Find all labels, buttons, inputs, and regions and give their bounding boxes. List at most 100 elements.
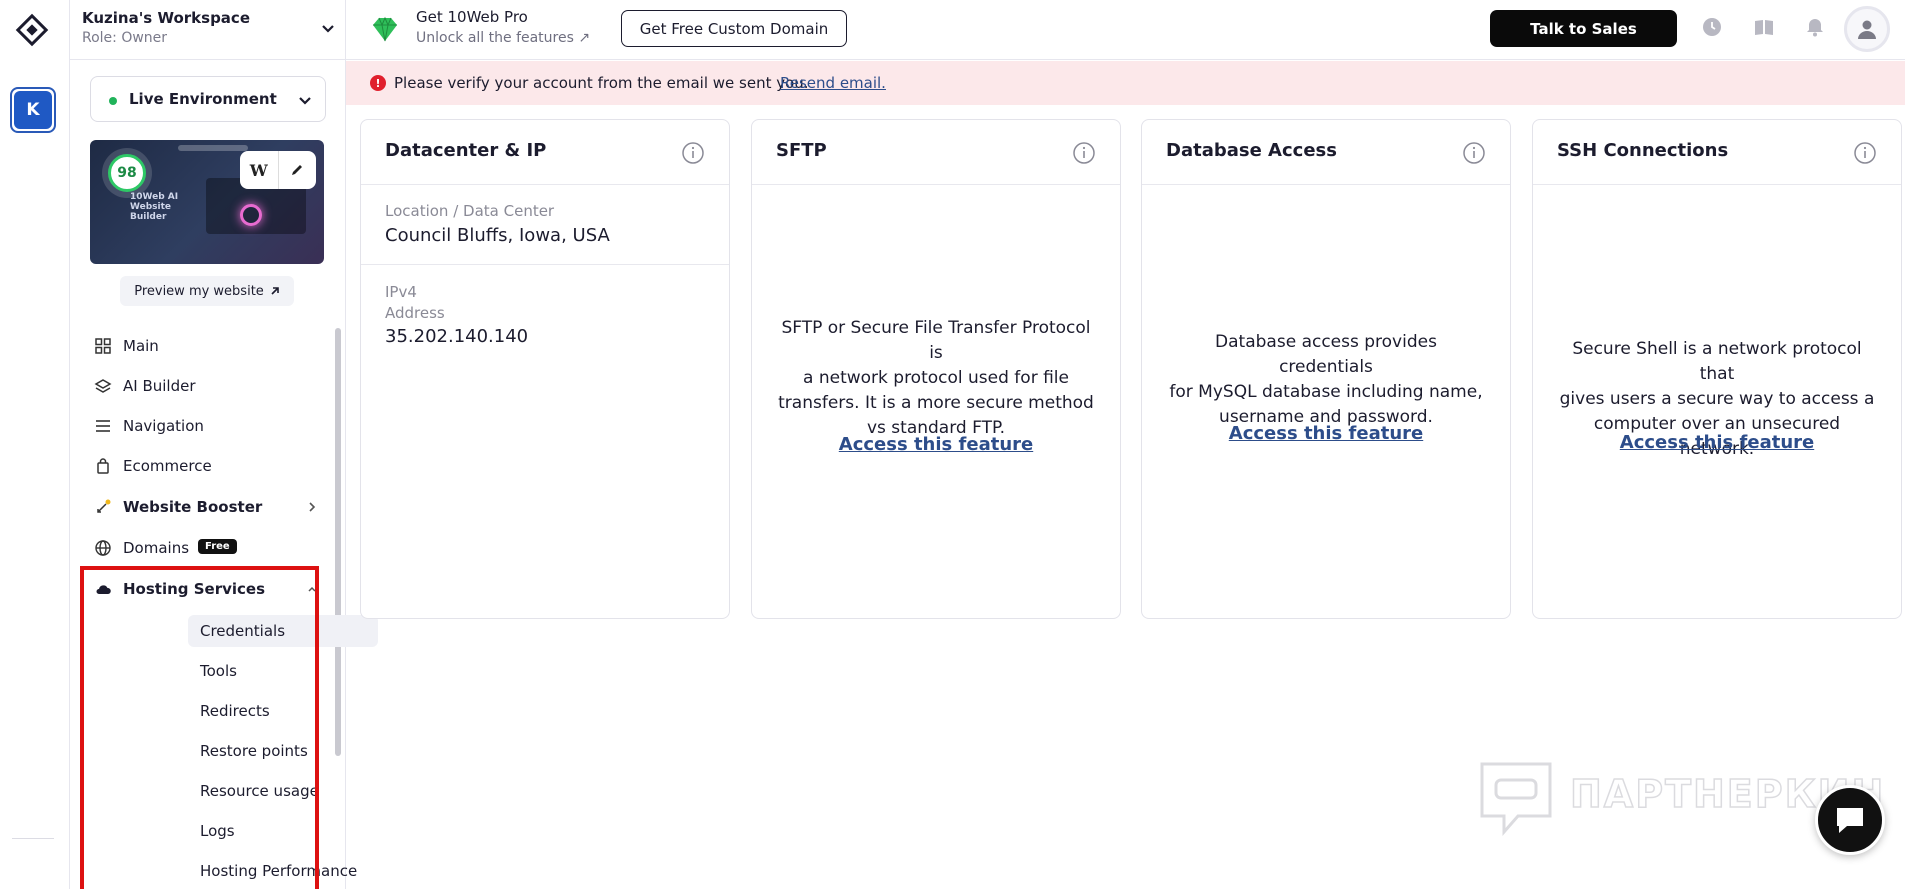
- chevron-right-icon: [309, 502, 316, 512]
- tenweb-logo-icon[interactable]: [14, 12, 50, 48]
- error-icon: !: [370, 75, 386, 91]
- workspace-name: Kuzina's Workspace: [82, 9, 250, 27]
- resend-email-link[interactable]: Resend email.: [780, 74, 886, 92]
- workspace-role: Role: Owner: [82, 30, 168, 46]
- sidebar-item-label: AI Builder: [123, 377, 196, 395]
- performance-score: 98: [102, 148, 152, 198]
- card-datacenter-ip: Datacenter & IP Location / Data Center C…: [360, 119, 730, 619]
- environment-label: Live Environment: [129, 90, 277, 108]
- chat-icon: [1837, 808, 1863, 833]
- globe-icon: [95, 540, 111, 556]
- free-badge: Free: [198, 539, 237, 554]
- card-description: SFTP or Secure File Transfer Protocol is…: [776, 316, 1096, 441]
- pro-upsell-title[interactable]: Get 10Web Pro: [416, 8, 528, 26]
- card-sftp: SFTP SFTP or Secure File Transfer Protoc…: [751, 119, 1121, 619]
- location-label: Location / Data Center: [385, 202, 555, 220]
- info-icon[interactable]: [1853, 141, 1877, 165]
- sidebar-item-navigation[interactable]: Navigation: [80, 409, 332, 443]
- field-divider: [361, 264, 729, 265]
- sidebar-item-ai-builder[interactable]: AI Builder: [80, 369, 332, 403]
- grid-icon: [95, 338, 111, 354]
- info-icon[interactable]: [681, 141, 705, 165]
- workspace-switcher[interactable]: Kuzina's Workspace Role: Owner: [70, 0, 346, 60]
- sidebar-item-ecommerce[interactable]: Ecommerce: [80, 449, 332, 483]
- chevron-down-icon: [299, 97, 311, 105]
- bell-icon[interactable]: [1804, 16, 1826, 38]
- pro-upsell-subtitle[interactable]: Unlock all the features ↗: [416, 30, 590, 46]
- sidebar-item-label: Domains: [123, 539, 190, 557]
- sidebar-item-domains[interactable]: Domains Free: [80, 531, 332, 565]
- preview-label: Preview my website: [134, 283, 264, 299]
- status-dot-icon: [109, 97, 117, 105]
- card-title: SFTP: [776, 140, 827, 161]
- access-feature-link[interactable]: Access this feature: [752, 434, 1120, 455]
- menu-lines-icon: [96, 420, 110, 432]
- thumbnail-ring-graphic: [240, 204, 262, 226]
- alert-message: Please verify your account from the emai…: [394, 74, 809, 92]
- sidebar-scrollbar[interactable]: [335, 328, 341, 756]
- preview-website-button[interactable]: Preview my website: [120, 276, 294, 306]
- workspace-tile[interactable]: K: [10, 87, 56, 133]
- address-label: Address: [385, 304, 445, 322]
- score-value: 98: [108, 154, 146, 192]
- thumbnail-heading-text: 10Web AI Website Builder: [130, 192, 179, 222]
- description-line: Database access provides credentials: [1215, 332, 1437, 377]
- clock-icon[interactable]: [1701, 16, 1723, 38]
- environment-select[interactable]: Live Environment: [90, 76, 326, 122]
- card-divider: [1533, 184, 1901, 185]
- app-root: K Kuzina's Workspace Role: Owner Live En…: [0, 0, 1905, 889]
- sidebar-item-label: Ecommerce: [123, 457, 212, 475]
- description-line: transfers. It is a more secure method: [778, 393, 1094, 413]
- card-divider: [361, 184, 729, 185]
- chevron-down-icon: [322, 25, 334, 33]
- talk-to-sales-button[interactable]: Talk to Sales: [1490, 10, 1677, 47]
- card-database-access: Database Access Database access provides…: [1141, 119, 1511, 619]
- top-bar: Get 10Web Pro Unlock all the features ↗ …: [346, 0, 1905, 60]
- verify-account-alert: ! Please verify your account from the em…: [346, 61, 1905, 105]
- card-ssh-connections: SSH Connections Secure Shell is a networ…: [1532, 119, 1902, 619]
- thumbnail-mock-bar: [178, 145, 248, 151]
- description-line: Secure Shell is a network protocol that: [1572, 339, 1862, 384]
- get-free-domain-button[interactable]: Get Free Custom Domain: [621, 10, 847, 47]
- edit-pencil-icon[interactable]: [277, 151, 317, 189]
- watermark-logo-icon: [1480, 762, 1552, 836]
- card-title: SSH Connections: [1557, 140, 1729, 161]
- sidebar-item-main[interactable]: Main: [80, 329, 332, 363]
- layers-icon: [94, 379, 112, 393]
- sidebar-item-label: Navigation: [123, 417, 204, 435]
- site-thumbnail[interactable]: 98 10Web AI Website Builder W: [90, 140, 324, 264]
- description-line: a network protocol used for file: [803, 368, 1069, 388]
- chat-button[interactable]: [1815, 785, 1885, 855]
- external-link-icon: [271, 287, 279, 295]
- access-feature-link[interactable]: Access this feature: [1533, 432, 1901, 453]
- sidebar-item-label: Website Booster: [123, 498, 263, 516]
- card-title: Database Access: [1166, 140, 1337, 161]
- access-feature-link[interactable]: Access this feature: [1142, 423, 1510, 444]
- card-description: Database access provides credentials for…: [1166, 330, 1486, 430]
- card-divider: [1142, 184, 1510, 185]
- workspace-rail: K: [0, 0, 70, 889]
- thumbnail-heading: 10Web AI Website Builder: [130, 192, 190, 222]
- location-value: Council Bluffs, Iowa, USA: [385, 225, 610, 246]
- user-icon: [1858, 20, 1876, 39]
- workspace-initial: K: [14, 91, 52, 129]
- info-icon[interactable]: [1072, 141, 1096, 165]
- description-line: for MySQL database including name,: [1169, 382, 1483, 402]
- user-avatar[interactable]: [1844, 6, 1890, 52]
- info-icon[interactable]: [1462, 141, 1486, 165]
- sidebar-item-website-booster[interactable]: Website Booster: [80, 490, 332, 524]
- ipv4-label: IPv4: [385, 283, 417, 301]
- site-actions: W: [240, 151, 316, 189]
- rail-divider: [12, 838, 54, 839]
- card-title: Datacenter & IP: [385, 140, 547, 161]
- sidebar-item-label: Main: [123, 337, 159, 355]
- highlight-box: [80, 566, 319, 889]
- partnerkin-watermark: ПАРТНЕРКИН: [1478, 758, 1884, 838]
- ip-address-value: 35.202.140.140: [385, 326, 529, 347]
- description-line: SFTP or Secure File Transfer Protocol is: [781, 318, 1091, 363]
- rocket-icon: [97, 499, 111, 513]
- shopping-bag-icon: [97, 458, 109, 474]
- book-icon[interactable]: [1753, 16, 1775, 38]
- wordpress-icon[interactable]: W: [240, 151, 278, 189]
- diamond-icon: [373, 16, 397, 42]
